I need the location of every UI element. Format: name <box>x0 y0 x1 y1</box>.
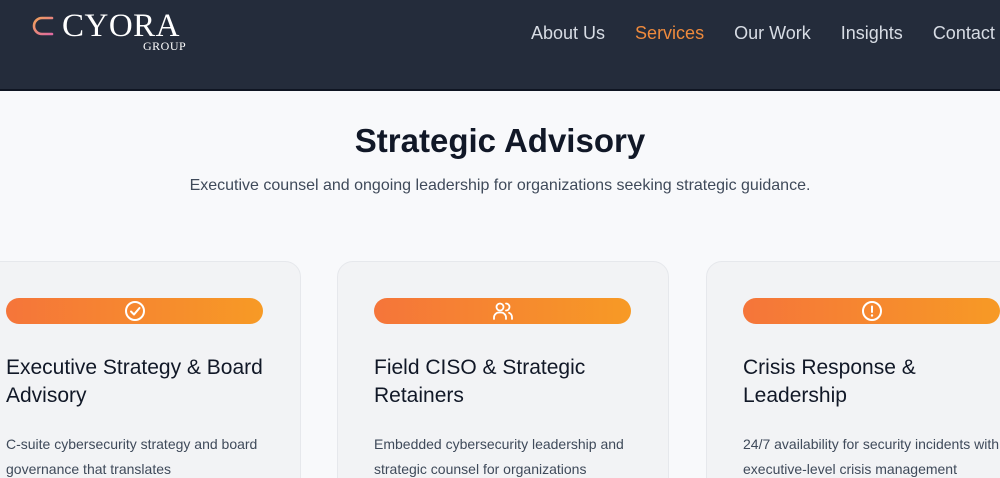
service-card[interactable]: Field CISO & Strategic Retainers Embedde… <box>337 261 669 478</box>
brand-logo[interactable]: CYORA GROUP <box>30 8 210 56</box>
page-subtitle: Executive counsel and ongoing leadership… <box>189 177 811 194</box>
site-header: CYORA GROUP About Us Services Our Work I… <box>0 0 1000 91</box>
card-title: Crisis Response & Leadership <box>743 356 916 407</box>
card-accent-bar <box>743 298 1000 324</box>
service-card[interactable]: Crisis Response & Leadership 24/7 availa… <box>706 261 1000 478</box>
alert-circle-icon <box>862 301 882 321</box>
nav-services[interactable]: Services <box>635 21 704 45</box>
service-card[interactable]: Executive Strategy & Board Advisory C-su… <box>0 261 301 478</box>
card-accent-bar <box>374 298 631 324</box>
card-accent-bar <box>6 298 263 324</box>
card-description: 24/7 availability for security incidents… <box>743 436 1000 477</box>
nav-about[interactable]: About Us <box>531 21 605 45</box>
check-circle-icon <box>125 301 145 321</box>
nav-contact[interactable]: Contact <box>933 21 995 45</box>
brand-subtitle: GROUP <box>143 39 187 53</box>
card-title: Field CISO & Strategic Retainers <box>374 356 586 407</box>
main-nav: About Us Services Our Work Insights Cont… <box>531 21 1000 45</box>
logo-mark-icon <box>32 16 54 36</box>
nav-our-work[interactable]: Our Work <box>734 21 811 45</box>
card-description: C-suite cybersecurity strategy and board… <box>6 436 258 477</box>
card-title: Executive Strategy & Board Advisory <box>6 356 263 407</box>
nav-insights[interactable]: Insights <box>841 21 903 45</box>
card-description: Embedded cybersecurity leadership and st… <box>374 436 624 477</box>
users-icon <box>493 302 513 320</box>
page-title: Strategic Advisory <box>354 122 646 159</box>
